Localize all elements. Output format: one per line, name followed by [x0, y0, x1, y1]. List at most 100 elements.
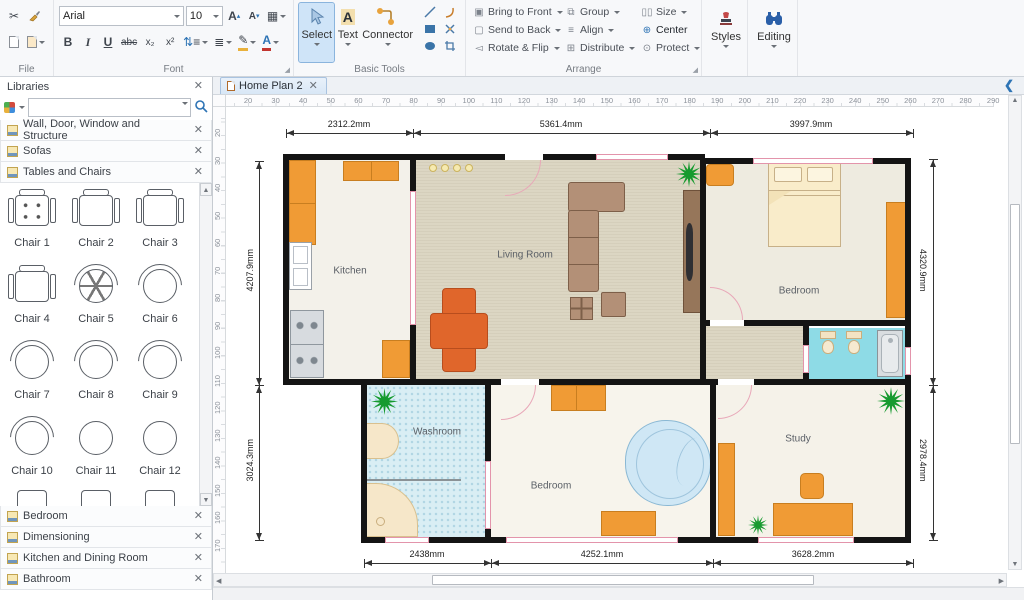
library-shape-chair-7[interactable]: Chair 7: [0, 335, 64, 411]
washroom-sink[interactable]: [365, 423, 399, 459]
close-library-icon[interactable]: ✕: [192, 573, 205, 586]
library-shape-chair-4[interactable]: Chair 4: [0, 259, 64, 335]
text-tool-button[interactable]: A Text: [334, 3, 361, 62]
dresser[interactable]: [551, 385, 606, 411]
library-scrollbar[interactable]: ▲ ▼: [199, 183, 212, 506]
dimension-label[interactable]: 2978.4mm: [918, 439, 928, 482]
font-size-select[interactable]: 10: [186, 6, 223, 26]
kitchen-cabinet-top[interactable]: [343, 161, 399, 181]
connector-tool-button[interactable]: Connector: [361, 3, 414, 62]
kitchen-cabinet-bottom[interactable]: [382, 340, 410, 378]
bookshelf[interactable]: [718, 443, 735, 536]
window[interactable]: [596, 154, 668, 160]
library-shape-chair-1[interactable]: Chair 1: [0, 183, 64, 259]
wall[interactable]: [710, 379, 716, 543]
floor-hallway[interactable]: [706, 326, 803, 379]
ottoman[interactable]: [601, 292, 626, 317]
sliding-door-kitchen[interactable]: [410, 191, 416, 325]
bathtub[interactable]: [877, 330, 903, 377]
sofa-side-section[interactable]: [568, 210, 599, 292]
dimension-label[interactable]: 4320.9mm: [918, 249, 928, 292]
room-label-bedroom-2[interactable]: Bedroom: [531, 481, 572, 492]
dimension-label[interactable]: 3024.3mm: [245, 439, 255, 482]
window[interactable]: [506, 537, 678, 543]
bold-button[interactable]: B: [59, 32, 77, 52]
library-shape-chair-11[interactable]: Chair 11: [64, 411, 128, 487]
line-spacing-icon[interactable]: ⇅≡: [181, 32, 210, 52]
send-to-back-button[interactable]: ▢Send to Back: [471, 24, 563, 36]
font-family-select[interactable]: Arial: [59, 6, 184, 26]
distribute-button[interactable]: ⊞Distribute: [563, 42, 639, 54]
dimension-label[interactable]: 2438mm: [409, 549, 444, 559]
dimension-label[interactable]: 5361.4mm: [540, 119, 583, 129]
library-section-wall-door-window-and-structure[interactable]: Wall, Door, Window and Structure✕: [0, 120, 212, 141]
scroll-up-icon[interactable]: ▲: [1009, 97, 1021, 104]
library-shape-chair-6[interactable]: Chair 6: [128, 259, 192, 335]
bring-to-front-button[interactable]: ▣Bring to Front: [471, 6, 563, 18]
nightstand[interactable]: [706, 164, 734, 186]
scroll-up-icon[interactable]: ▲: [200, 183, 212, 196]
ellipse-tool-icon[interactable]: [421, 36, 439, 56]
protect-button[interactable]: ⊙Protect: [639, 42, 703, 54]
side-table[interactable]: [570, 297, 593, 320]
kitchen-sink[interactable]: [289, 242, 312, 290]
shower-divider[interactable]: [365, 479, 461, 481]
horizontal-scroll-thumb[interactable]: [432, 575, 814, 585]
dimension-label[interactable]: 3628.2mm: [792, 549, 835, 559]
wardrobe[interactable]: [886, 202, 906, 318]
vertical-scroll-thumb[interactable]: [1010, 204, 1020, 444]
library-shape-chair-12[interactable]: Chair 12: [128, 411, 192, 487]
room-label-bedroom-1[interactable]: Bedroom: [779, 286, 820, 297]
dimension-label[interactable]: 2312.2mm: [328, 119, 371, 129]
drawing-canvas[interactable]: 2030405060708090100110120130140150160170…: [213, 95, 1024, 600]
library-search-input[interactable]: [28, 98, 191, 117]
library-shape-partial[interactable]: [128, 487, 192, 506]
close-library-icon[interactable]: ✕: [192, 124, 205, 137]
increase-font-icon[interactable]: A▴: [225, 6, 243, 26]
close-library-icon[interactable]: ✕: [192, 166, 205, 179]
size-button[interactable]: ▯▯Size: [639, 6, 703, 18]
scroll-down-icon[interactable]: ▼: [1009, 561, 1021, 568]
font-dialog-launcher[interactable]: ◢: [285, 66, 290, 74]
dimension-line[interactable]: [364, 563, 913, 564]
dimension-line[interactable]: [259, 161, 260, 540]
room-label-washroom[interactable]: Washroom: [413, 427, 461, 438]
wall[interactable]: [283, 379, 911, 385]
wall[interactable]: [283, 154, 289, 385]
cut-icon[interactable]: ✂: [5, 6, 23, 26]
highlight-icon[interactable]: ✎: [236, 32, 258, 52]
tab-close-icon[interactable]: ✕: [307, 80, 320, 93]
toilet[interactable]: [846, 331, 862, 355]
bullet-list-icon[interactable]: ≣: [212, 32, 234, 52]
bed[interactable]: [768, 162, 841, 247]
border-table-icon[interactable]: ▦: [265, 6, 288, 26]
library-shape-chair-8[interactable]: Chair 8: [64, 335, 128, 411]
select-tool-button[interactable]: Select: [299, 3, 334, 62]
scroll-left-icon[interactable]: ◀: [216, 577, 221, 585]
room-label-study[interactable]: Study: [785, 434, 811, 445]
strikethrough-button[interactable]: abc: [119, 32, 139, 52]
vertical-scrollbar[interactable]: ▲ ▼: [1008, 95, 1022, 570]
room-label-kitchen[interactable]: Kitchen: [333, 266, 366, 277]
scroll-right-icon[interactable]: ▶: [999, 577, 1004, 585]
superscript-button[interactable]: x²: [161, 32, 179, 52]
tab-home-plan-2[interactable]: Home Plan 2 ✕: [220, 77, 327, 94]
library-shape-chair-10[interactable]: Chair 10: [0, 411, 64, 487]
align-button[interactable]: ≡Align: [563, 24, 639, 36]
kitchen-counter[interactable]: [289, 160, 316, 245]
sofa-top-section[interactable]: [568, 182, 625, 212]
library-shape-partial[interactable]: [0, 487, 64, 506]
door-bathroom[interactable]: [803, 345, 809, 373]
italic-button[interactable]: I: [79, 32, 97, 52]
ceiling-light[interactable]: [441, 164, 449, 172]
format-painter-icon[interactable]: [25, 6, 43, 26]
floor-plan[interactable]: Kitchen Living Room Bedroom Washroom Bed…: [213, 95, 1024, 600]
decrease-font-icon[interactable]: A▾: [245, 6, 263, 26]
close-library-icon[interactable]: ✕: [192, 510, 205, 523]
dimension-line[interactable]: [933, 159, 934, 540]
libraries-close-icon[interactable]: ✕: [192, 80, 205, 93]
collapse-panel-icon[interactable]: ❮: [1004, 78, 1014, 92]
close-library-icon[interactable]: ✕: [192, 145, 205, 158]
dimension-label[interactable]: 4252.1mm: [581, 549, 624, 559]
library-section-dimensioning[interactable]: Dimensioning✕: [0, 527, 212, 548]
